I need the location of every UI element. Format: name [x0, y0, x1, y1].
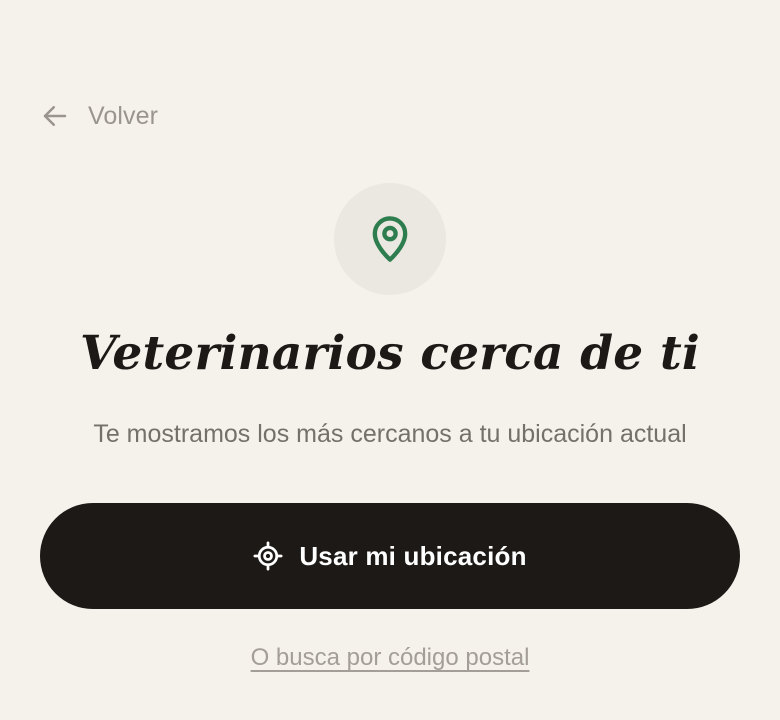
location-icon-badge: [334, 183, 446, 295]
postal-search-container: O busca por código postal: [0, 644, 780, 672]
back-button[interactable]: Volver: [40, 98, 158, 134]
back-label: Volver: [88, 101, 159, 130]
postal-code-search-link[interactable]: O busca por código postal: [251, 644, 530, 671]
page-title: Veterinarios cerca de ti: [80, 326, 700, 381]
map-pin-icon: [372, 216, 408, 262]
page-subtitle: Te mostramos los más cercanos a tu ubica…: [93, 420, 687, 448]
use-location-label: Usar mi ubicación: [299, 540, 527, 571]
arrow-left-icon: [43, 106, 67, 126]
crosshair-location-icon: [253, 541, 283, 571]
use-location-button[interactable]: Usar mi ubicación: [40, 503, 740, 609]
